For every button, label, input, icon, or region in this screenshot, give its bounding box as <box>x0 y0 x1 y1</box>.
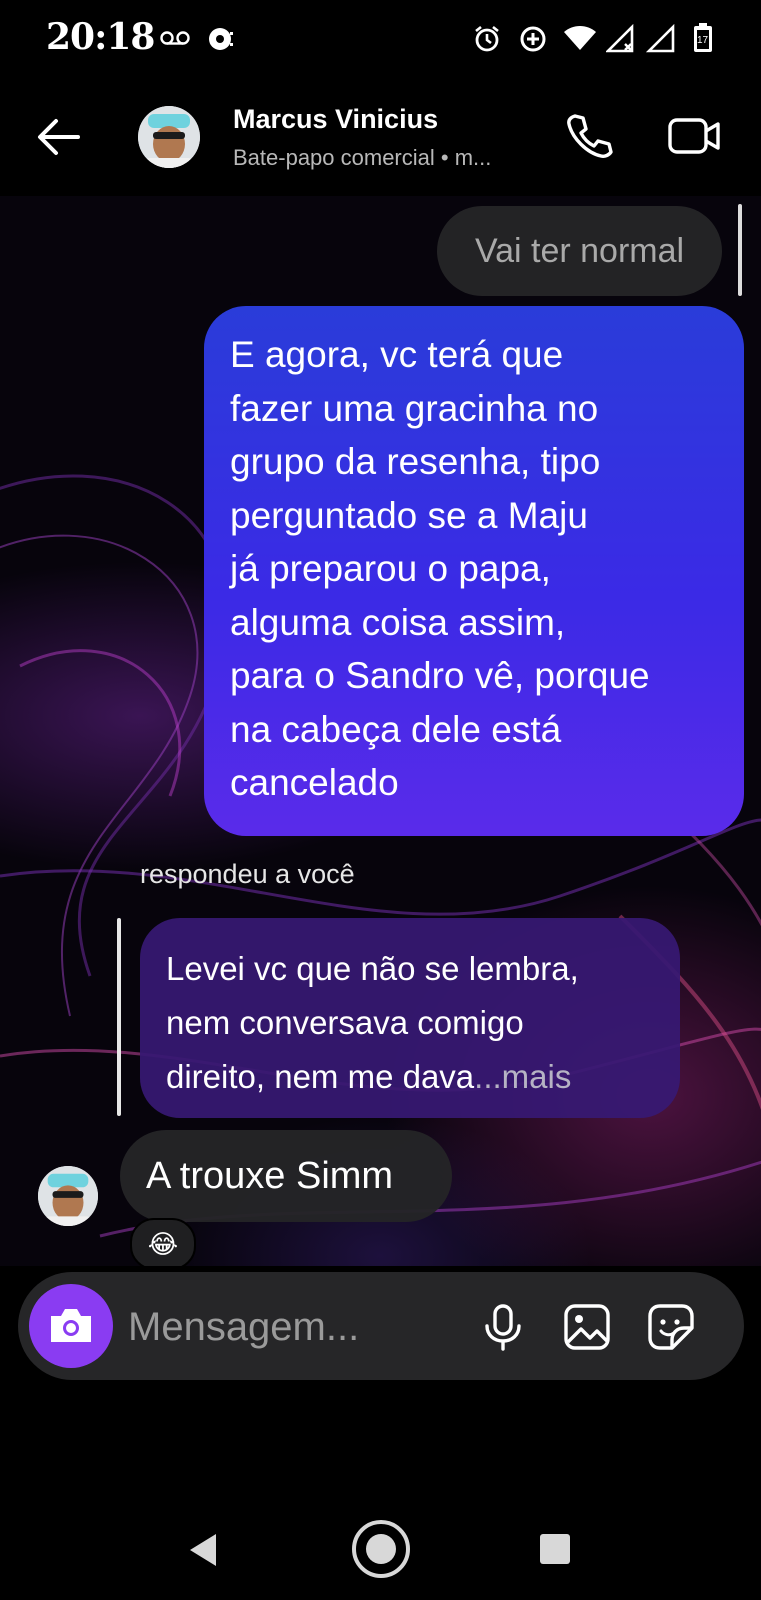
signal-icon <box>646 24 675 53</box>
reply-indicator-bar <box>117 918 121 1116</box>
status-bar: 20:18 17 <box>0 0 761 78</box>
voicemail-icon <box>160 31 190 45</box>
camera-button[interactable] <box>29 1284 113 1368</box>
avatar[interactable] <box>38 1166 98 1226</box>
status-time: 20:18 <box>46 16 155 58</box>
home-circle-icon[interactable] <box>350 1518 412 1580</box>
data-saver-icon <box>520 26 546 52</box>
battery-level: 17 <box>697 35 709 46</box>
quoted-message-bubble[interactable]: Levei vc que não se lembra, nem conversa… <box>140 918 680 1118</box>
video-camera-icon[interactable] <box>666 108 722 164</box>
chat-subtitle: Bate-papo comercial • m... <box>233 145 492 170</box>
message-line: perguntado se a Maju <box>230 494 588 536</box>
message-line: grupo da resenha, tipo <box>230 441 601 482</box>
sticker-icon[interactable] <box>646 1302 696 1352</box>
reaction-emoji[interactable]: 😂 <box>130 1218 196 1266</box>
reply-label: respondeu a você <box>140 859 355 889</box>
scrollbar[interactable] <box>738 204 742 296</box>
message-line: alguma coisa assim, <box>230 601 566 643</box>
message-line: cancelado <box>230 762 399 803</box>
stopwatch-icon <box>209 28 233 50</box>
message-input[interactable] <box>126 1298 450 1356</box>
message-line: já preparou o papa, <box>230 548 551 589</box>
message-line: fazer uma gracinha no <box>230 387 599 429</box>
alarm-icon <box>475 25 499 52</box>
contact-name[interactable]: Marcus Vinicius <box>233 104 438 135</box>
back-arrow-icon[interactable] <box>32 110 86 164</box>
system-nav-bar <box>0 1500 761 1600</box>
message-text: direito, nem me dava <box>166 1058 475 1095</box>
chat-header: Marcus Vinicius Bate-papo comercial • m.… <box>0 78 761 196</box>
wifi-icon <box>564 26 596 50</box>
microphone-icon[interactable] <box>478 1302 528 1352</box>
avatar[interactable] <box>138 106 200 168</box>
message-line: Levei vc que não se lembra, <box>166 950 579 987</box>
message-bubble-outgoing[interactable]: Vai ter normal <box>437 206 722 296</box>
image-icon[interactable] <box>562 1302 612 1352</box>
message-line: para o Sandro vê, porque <box>230 655 650 696</box>
back-triangle-icon[interactable] <box>186 1530 220 1570</box>
camera-icon <box>51 1309 91 1342</box>
read-more-link[interactable]: ...mais <box>474 1058 571 1095</box>
message-list[interactable]: Vai ter normal E agora, vc terá que faze… <box>0 196 761 1266</box>
message-line: nem conversava comigo <box>166 1004 524 1041</box>
message-line: direito, nem me dava...mais <box>166 1050 654 1104</box>
message-line: na cabeça dele está <box>230 708 562 750</box>
message-bubble-outgoing[interactable]: E agora, vc terá que fazer uma gracinha … <box>204 306 744 836</box>
phone-icon[interactable] <box>560 108 616 164</box>
message-composer <box>18 1272 744 1380</box>
message-line: E agora, vc terá que <box>230 334 564 375</box>
recents-square-icon[interactable] <box>538 1532 572 1566</box>
message-bubble-incoming[interactable]: A trouxe Simm <box>120 1130 452 1222</box>
signal-no-data-icon <box>606 24 634 53</box>
